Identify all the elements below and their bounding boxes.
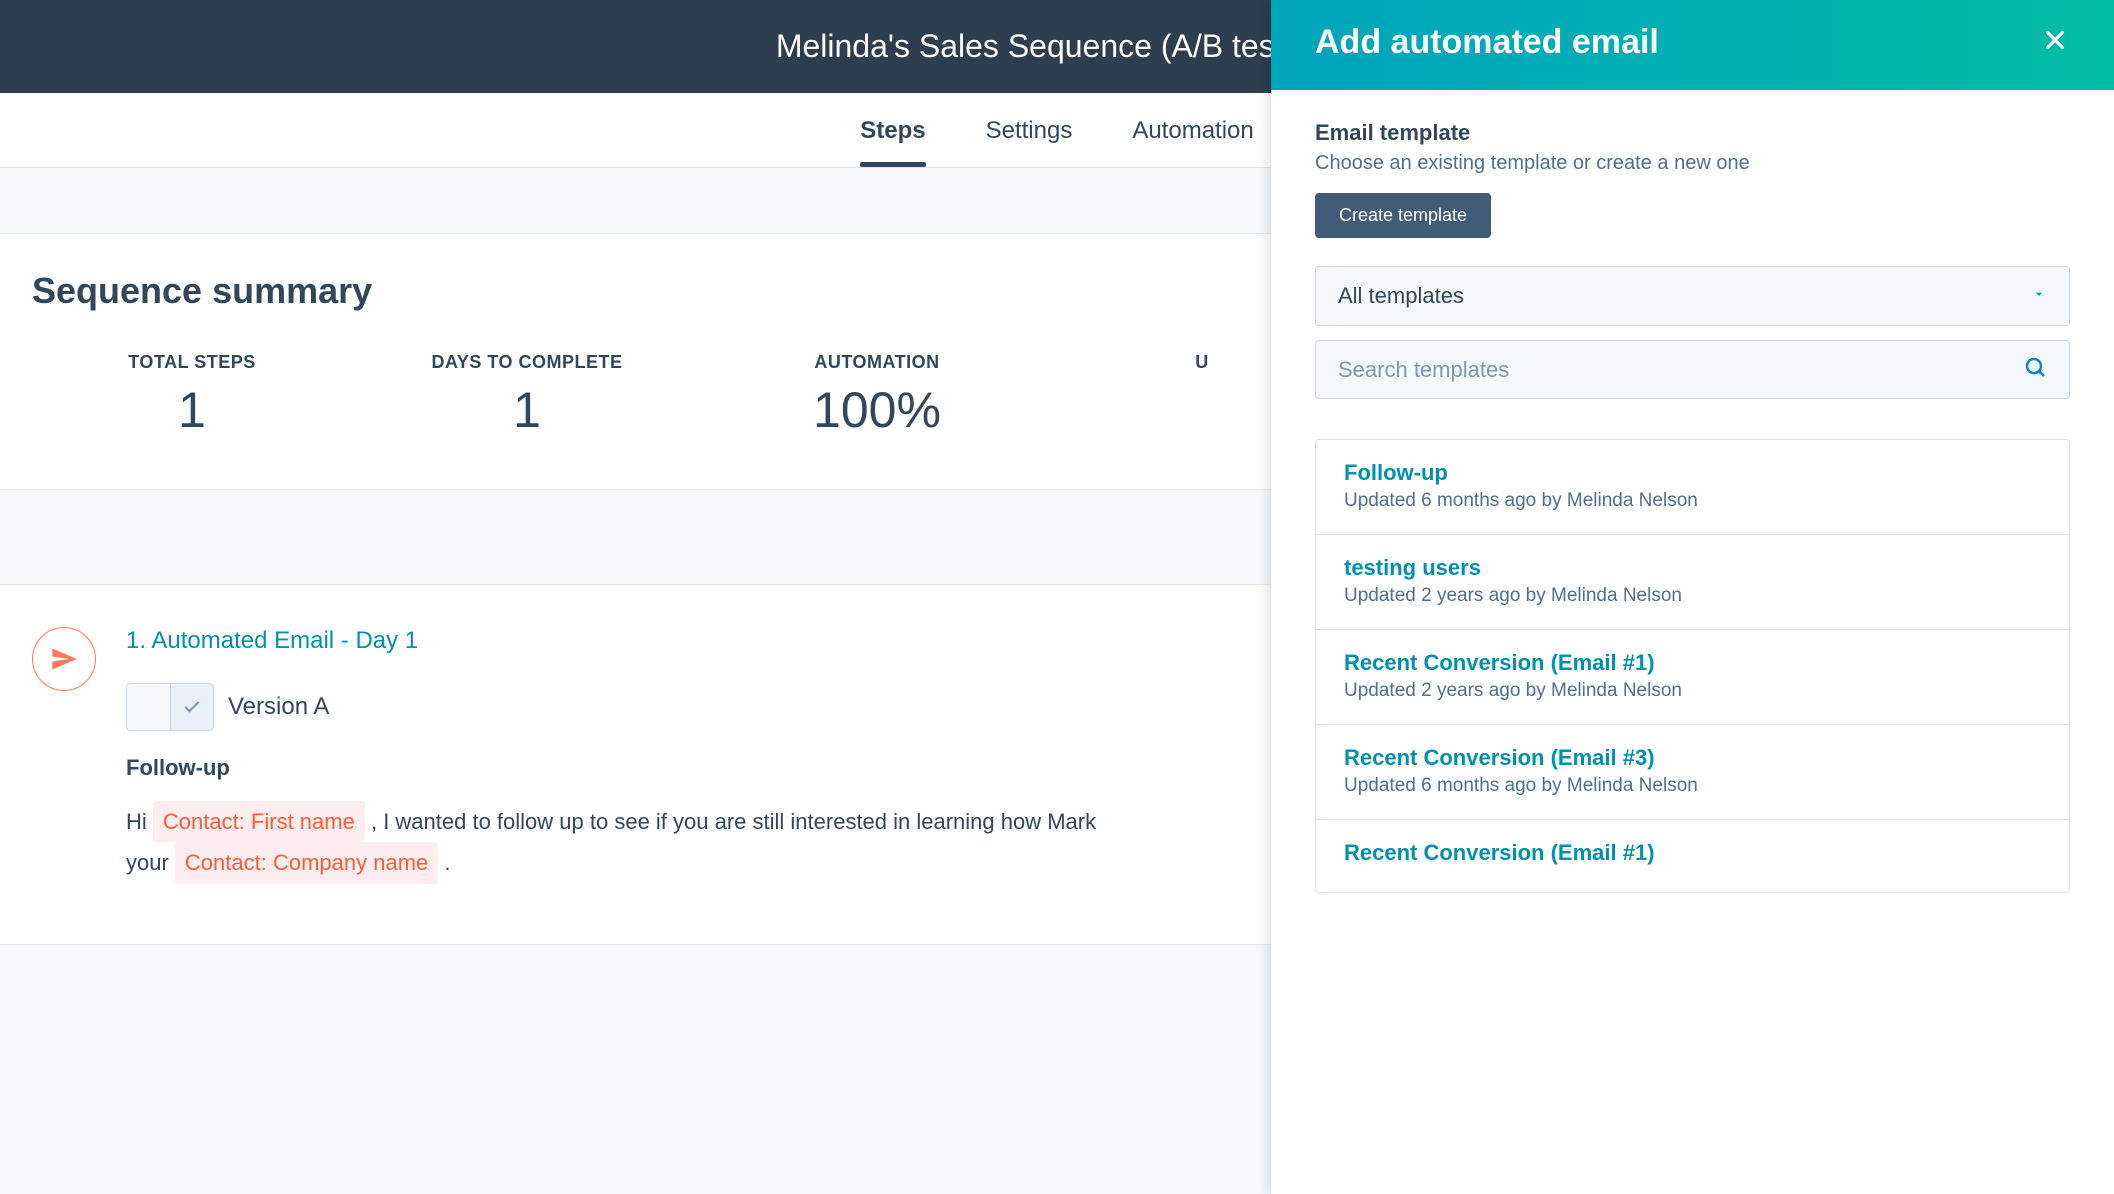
section-title: Email template xyxy=(1315,120,2070,146)
body-text: , I wanted to follow up to see if you ar… xyxy=(371,809,1096,834)
template-item[interactable]: Recent Conversion (Email #1) xyxy=(1316,820,2069,892)
stat-label: AUTOMATION xyxy=(702,352,1052,373)
token-first-name[interactable]: Contact: First name xyxy=(153,801,365,842)
template-name: Follow-up xyxy=(1344,460,2041,486)
tab-settings[interactable]: Settings xyxy=(986,93,1073,167)
token-company-name[interactable]: Contact: Company name xyxy=(175,842,438,883)
stat-label: DAYS TO COMPLETE xyxy=(352,352,702,373)
panel-title: Add automated email xyxy=(1315,23,1659,62)
tab-automation[interactable]: Automation xyxy=(1132,93,1253,167)
version-label: Version A xyxy=(228,693,329,721)
template-name: Recent Conversion (Email #1) xyxy=(1344,650,2041,676)
panel-header: Add automated email xyxy=(1271,0,2114,90)
version-toggle[interactable] xyxy=(126,683,214,731)
template-filter-select[interactable]: All templates xyxy=(1315,266,2070,326)
template-item[interactable]: Follow-up Updated 6 months ago by Melind… xyxy=(1316,440,2069,535)
section-subtitle: Choose an existing template or create a … xyxy=(1315,152,2070,175)
paper-plane-icon xyxy=(32,627,96,691)
page-title: Melinda's Sales Sequence (A/B test) xyxy=(776,28,1294,65)
template-meta: Updated 6 months ago by Melinda Nelson xyxy=(1344,775,2041,797)
stat-value: 100% xyxy=(702,381,1052,439)
version-b-btn[interactable] xyxy=(170,683,214,731)
template-search-box[interactable] xyxy=(1315,340,2070,399)
stat-value: 1 xyxy=(352,381,702,439)
template-list: Follow-up Updated 6 months ago by Melind… xyxy=(1315,439,2070,893)
select-value: All templates xyxy=(1338,283,1464,309)
version-a-btn[interactable] xyxy=(126,683,170,731)
stat-total-steps: TOTAL STEPS 1 xyxy=(32,352,352,439)
template-item[interactable]: testing users Updated 2 years ago by Mel… xyxy=(1316,535,2069,630)
search-icon xyxy=(2023,355,2047,384)
tab-steps[interactable]: Steps xyxy=(860,93,925,167)
caret-down-icon xyxy=(2031,286,2047,307)
template-item[interactable]: Recent Conversion (Email #1) Updated 2 y… xyxy=(1316,630,2069,725)
stat-automation: AUTOMATION 100% xyxy=(702,352,1052,439)
create-template-button[interactable]: Create template xyxy=(1315,193,1491,238)
stat-days-complete: DAYS TO COMPLETE 1 xyxy=(352,352,702,439)
search-input[interactable] xyxy=(1338,357,2023,383)
add-automated-email-panel: Add automated email Email template Choos… xyxy=(1271,0,2114,1194)
template-meta: Updated 6 months ago by Melinda Nelson xyxy=(1344,490,2041,512)
body-text: . xyxy=(444,850,450,875)
stat-label: TOTAL STEPS xyxy=(32,352,352,373)
template-meta: Updated 2 years ago by Melinda Nelson xyxy=(1344,680,2041,702)
template-name: Recent Conversion (Email #1) xyxy=(1344,840,2041,866)
template-meta: Updated 2 years ago by Melinda Nelson xyxy=(1344,585,2041,607)
template-name: Recent Conversion (Email #3) xyxy=(1344,745,2041,771)
body-text: your xyxy=(126,850,175,875)
template-item[interactable]: Recent Conversion (Email #3) Updated 6 m… xyxy=(1316,725,2069,820)
template-name: testing users xyxy=(1344,555,2041,581)
close-icon[interactable] xyxy=(2040,22,2070,62)
stat-value: 1 xyxy=(32,381,352,439)
body-text: Hi xyxy=(126,809,153,834)
